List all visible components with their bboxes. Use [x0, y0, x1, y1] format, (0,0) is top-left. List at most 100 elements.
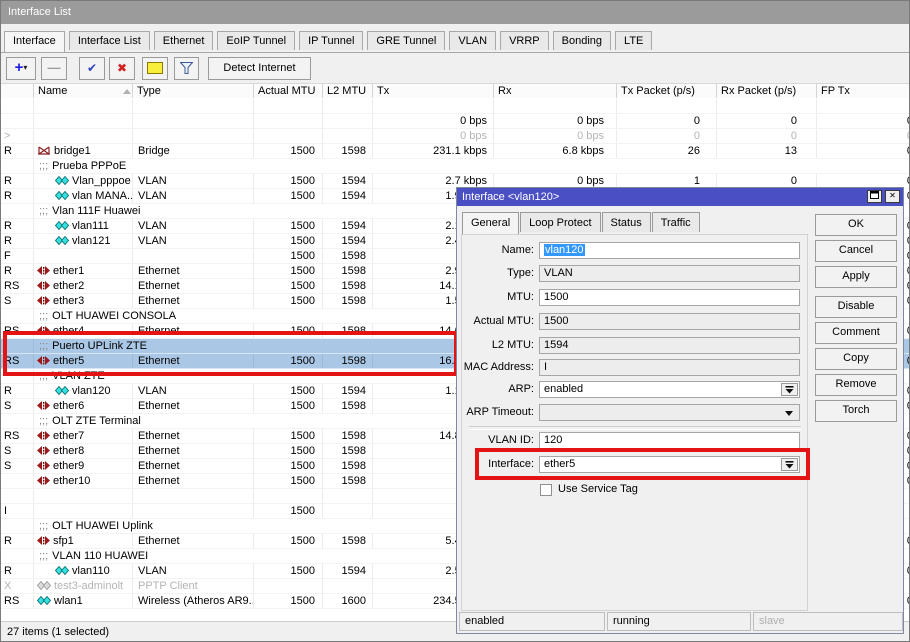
name-cell [34, 249, 133, 263]
ok-button[interactable]: OK [815, 214, 897, 236]
ethernet-icon [37, 476, 50, 485]
flags-cell: R [1, 174, 34, 188]
column-header-name[interactable]: Name [34, 84, 133, 99]
vlan-id-label: VLAN ID: [459, 432, 534, 449]
type-cell: Ethernet [133, 474, 254, 488]
name-value: vlan120 [544, 244, 585, 256]
mtu-label: MTU: [459, 289, 534, 306]
disable-button[interactable]: ✖ [109, 57, 135, 80]
l2-mtu-label: L2 MTU: [459, 337, 534, 354]
apply-button[interactable]: Apply [815, 266, 897, 288]
l2-mtu-cell: 1594 [323, 219, 373, 233]
actual-mtu-cell: 1500 [254, 429, 323, 443]
bridge-icon [37, 146, 51, 155]
arp-timeout-field[interactable] [539, 404, 800, 421]
name-cell [34, 504, 133, 518]
column-header-tx-packet-p-s[interactable]: Tx Packet (p/s) [617, 84, 717, 99]
arp-field[interactable]: enabled [539, 381, 800, 398]
enable-button[interactable]: ✔ [79, 57, 105, 80]
actual-mtu-cell: 1500 [254, 144, 323, 158]
type-cell: VLAN [133, 174, 254, 188]
name-field[interactable]: vlan120 [539, 242, 800, 259]
l2-mtu-cell: 1598 [323, 399, 373, 413]
tab-interface[interactable]: Interface [4, 31, 65, 52]
filter-button[interactable] [174, 57, 199, 80]
name-cell: vlan110 [34, 564, 133, 578]
tx-cell: 231.1 kbps [373, 144, 494, 158]
l2-mtu-cell: 1598 [323, 264, 373, 278]
name-cell: test3-adminolt [34, 579, 133, 593]
column-header-flags[interactable] [1, 84, 34, 99]
tab-interface-list[interactable]: Interface List [69, 31, 150, 50]
tab-bonding[interactable]: Bonding [553, 31, 611, 50]
copy-button[interactable]: Copy [815, 348, 897, 370]
arp-label: ARP: [459, 381, 534, 398]
dialog-tab-traffic[interactable]: Traffic [652, 212, 700, 232]
column-header-rx-packet-p-s[interactable]: Rx Packet (p/s) [717, 84, 817, 99]
filter-funnel-icon [180, 62, 193, 74]
column-header-tx[interactable]: Tx [373, 84, 494, 99]
column-header-type[interactable]: Type [133, 84, 254, 99]
type-cell [133, 489, 254, 503]
vlan-icon [55, 386, 69, 395]
name-cell: sfp1 [34, 534, 133, 548]
detect-internet-button[interactable]: Detect Internet [208, 57, 311, 80]
tx-cell: 0 bps [373, 129, 494, 143]
tab-eoip-tunnel[interactable]: EoIP Tunnel [217, 31, 295, 50]
vlan-id-value: 120 [544, 434, 562, 446]
tab-ethernet[interactable]: Ethernet [154, 31, 214, 50]
table-row[interactable] [1, 99, 910, 114]
table-row[interactable]: Rbridge1Bridge15001598231.1 kbps6.8 kbps… [1, 144, 910, 159]
mac-address-field[interactable]: I [539, 359, 800, 376]
comment-note-icon [147, 62, 163, 74]
actual-mtu-field[interactable]: 1500 [539, 313, 800, 330]
annotation-rectangle-interface-field [475, 448, 810, 480]
tab-vlan[interactable]: VLAN [449, 31, 496, 50]
column-header-rx[interactable]: Rx [494, 84, 617, 99]
comment-button[interactable] [142, 57, 168, 80]
ethernet-icon [37, 281, 50, 290]
tab-vrrp[interactable]: VRRP [500, 31, 549, 50]
name-cell: ether1 [34, 264, 133, 278]
actual-mtu-cell: 1500 [254, 219, 323, 233]
actual-mtu-cell: 1500 [254, 399, 323, 413]
type-cell: Ethernet [133, 279, 254, 293]
vlan-id-field[interactable]: 120 [539, 432, 800, 449]
restore-button[interactable] [867, 190, 882, 203]
flags-cell [1, 114, 34, 128]
column-header-actual-mtu[interactable]: Actual MTU [254, 84, 323, 99]
comment-row[interactable]: ;;;Prueba PPPoE [1, 159, 910, 174]
dialog-tab-general[interactable]: General [462, 212, 519, 234]
actual-mtu-cell: 1500 [254, 594, 323, 608]
cancel-button[interactable]: Cancel [815, 240, 897, 262]
l2-mtu-value: 1594 [544, 339, 568, 351]
dialog-tab-status[interactable]: Status [602, 212, 651, 232]
tab-ip-tunnel[interactable]: IP Tunnel [299, 31, 363, 50]
table-row[interactable]: >0 bps0 bps000 [1, 129, 910, 144]
rx-cell: 6.8 kbps [494, 144, 617, 158]
add-button[interactable]: +▾ [6, 57, 36, 80]
disable-button[interactable]: Disable [815, 296, 897, 318]
column-header-fp-tx[interactable]: FP Tx [817, 84, 910, 99]
torch-button[interactable]: Torch [815, 400, 897, 422]
table-row[interactable]: 0 bps0 bps000 [1, 114, 910, 129]
mtu-field[interactable]: 1500 [539, 289, 800, 306]
interface-name: ether2 [53, 280, 84, 292]
comment-button[interactable]: Comment [815, 322, 897, 344]
remove-button[interactable]: — [41, 57, 67, 80]
column-header-l2-mtu[interactable]: L2 MTU [323, 84, 373, 99]
remove-button[interactable]: Remove [815, 374, 897, 396]
use-service-tag-checkbox[interactable] [540, 484, 552, 496]
type-field[interactable]: VLAN [539, 265, 800, 282]
interface-name: ether8 [53, 445, 84, 457]
ethernet-icon [37, 446, 50, 455]
close-button[interactable]: ✕ [885, 190, 900, 203]
arp-dropdown-button[interactable] [781, 383, 798, 396]
name-cell: ether7 [34, 429, 133, 443]
dialog-tab-loop-protect[interactable]: Loop Protect [520, 212, 600, 232]
l2-mtu-field[interactable]: 1594 [539, 337, 800, 354]
l2-mtu-cell [323, 489, 373, 503]
tab-lte[interactable]: LTE [615, 31, 652, 50]
tab-gre-tunnel[interactable]: GRE Tunnel [367, 31, 445, 50]
flags-cell [1, 474, 34, 488]
